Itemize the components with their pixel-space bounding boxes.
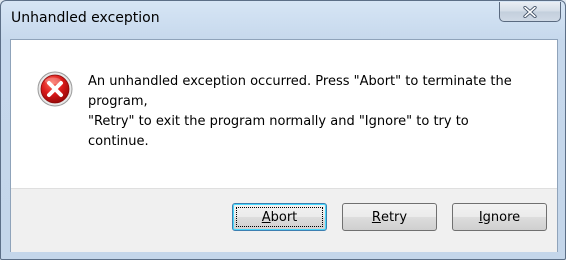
close-icon (523, 5, 537, 18)
retry-button[interactable]: Retry (342, 203, 437, 231)
message-line: continue. (88, 134, 149, 149)
error-message: An unhandled exception occurred. Press "… (88, 72, 528, 152)
window-title: Unhandled exception (11, 10, 160, 26)
retry-label-rest: etry (380, 209, 408, 225)
retry-mnemonic: R (371, 209, 381, 225)
ignore-button[interactable]: Ignore (452, 203, 547, 231)
message-line: program, (88, 94, 148, 109)
title-bar[interactable]: Unhandled exception (1, 1, 565, 39)
message-line: An unhandled exception occurred. Press "… (88, 74, 512, 89)
close-button[interactable] (499, 2, 561, 22)
abort-label-rest: bort (270, 209, 298, 225)
dialog-window: Unhandled exception An unhandled excepti… (0, 0, 566, 260)
error-icon (37, 71, 73, 107)
abort-button[interactable]: Abort (232, 203, 327, 231)
abort-mnemonic: A (261, 209, 271, 225)
message-line: "Retry" to exit the program normally and… (88, 114, 469, 129)
ignore-label-rest: gnore (482, 209, 521, 225)
message-area: An unhandled exception occurred. Press "… (11, 40, 557, 188)
dialog-client-area: An unhandled exception occurred. Press "… (10, 39, 558, 252)
button-bar: Abort Retry Ignore (11, 188, 557, 252)
